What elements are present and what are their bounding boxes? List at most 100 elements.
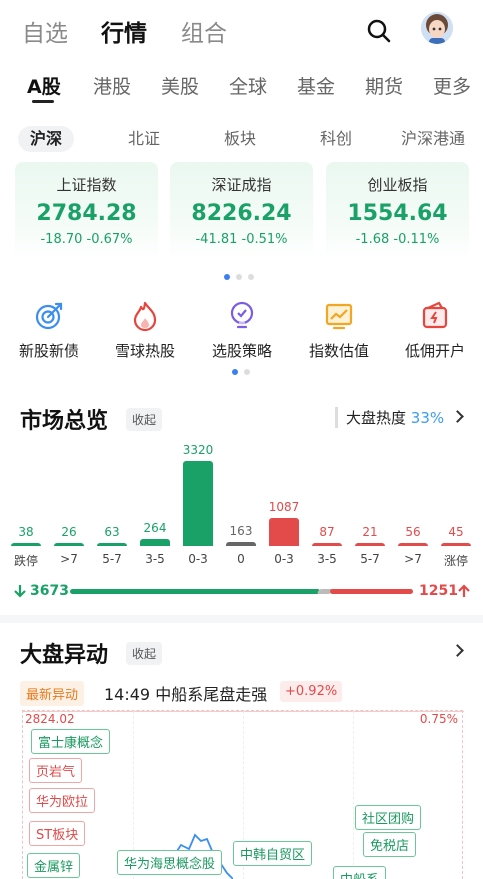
quicklink-label: 低佣开户 [404, 342, 465, 360]
index-name: 深证成指 [211, 176, 272, 194]
section-title-overview: 市场总览 [20, 409, 109, 434]
distribution-count: 264 [143, 521, 167, 535]
pager-dot [232, 369, 238, 375]
subtab-sector[interactable]: 板块 [224, 126, 256, 152]
tab-us[interactable]: 美股 [161, 72, 199, 99]
section-divider [0, 615, 483, 623]
distribution-bar [183, 461, 213, 546]
event-tag[interactable]: 免税店 [363, 832, 417, 857]
distribution-bar [441, 543, 471, 546]
distribution-count: 26 [61, 525, 77, 539]
avatar[interactable] [421, 12, 453, 44]
event-tag[interactable]: 金属锌 [27, 853, 81, 878]
distribution-label: 3-5 [145, 552, 165, 566]
up-ratio-bar [330, 589, 413, 594]
chevron-right-icon[interactable] [451, 410, 464, 423]
latest-tag: 最新异动 [20, 681, 85, 706]
quicklink-pager [232, 369, 250, 375]
event-tag[interactable]: 中船系 [333, 866, 387, 879]
distribution-bar [11, 543, 41, 546]
distribution-bar [97, 543, 127, 546]
chart-board-icon [325, 303, 353, 330]
tab-more[interactable]: 更多 [433, 72, 471, 99]
collapse-button[interactable]: 收起 [126, 408, 163, 431]
active-tab-indicator [32, 100, 54, 103]
distribution-bar [269, 518, 299, 546]
distribution-count: 163 [229, 524, 253, 538]
target-icon [35, 302, 63, 330]
tab-portfolio[interactable]: 组合 [181, 14, 227, 48]
pager-dot [224, 274, 230, 280]
collapse-button[interactable]: 收起 [126, 642, 163, 665]
up-total: 1251 [419, 583, 458, 599]
chevron-right-icon[interactable] [451, 644, 464, 657]
subtab-bse[interactable]: 北证 [128, 126, 160, 152]
distribution-label: >7 [404, 552, 422, 566]
event-tag[interactable]: ST板块 [29, 821, 86, 846]
quicklink-strategy[interactable]: 选股策略 [197, 300, 287, 361]
distribution-bar [140, 539, 170, 546]
event-tag[interactable]: 中韩自贸区 [233, 841, 313, 866]
tab-hk[interactable]: 港股 [93, 72, 131, 99]
distribution-label: >7 [60, 552, 78, 566]
chart-high-label: 2824.02 [25, 712, 75, 726]
index-card-sz[interactable]: 深证成指 8226.24 -41.81 -0.51% [170, 162, 313, 260]
card-pager [224, 274, 254, 280]
tab-fund[interactable]: 基金 [297, 72, 335, 99]
quicklink-ipo[interactable]: 新股新债 [4, 300, 94, 361]
heat-label: 大盘热度 [346, 409, 407, 427]
quicklink-label: 雪球热股 [114, 342, 175, 360]
pager-dot [248, 274, 254, 280]
subtab-star[interactable]: 科创 [320, 126, 352, 152]
tab-a-share[interactable]: A股 [27, 72, 61, 99]
latest-news[interactable]: 14:49 中船系尾盘走强 [104, 681, 267, 705]
index-name: 创业板指 [367, 176, 428, 194]
quicklink-valuation[interactable]: 指数估值 [294, 300, 384, 361]
tab-futures[interactable]: 期货 [365, 72, 403, 99]
index-value: 8226.24 [191, 201, 292, 226]
quicklink-hot[interactable]: 雪球热股 [100, 300, 190, 361]
event-tag[interactable]: 富士康概念 [31, 729, 111, 754]
quicklink-account[interactable]: 低佣开户 [390, 300, 480, 361]
distribution-count: 87 [319, 525, 335, 539]
top-nav: 自选 行情 组合 [0, 0, 483, 62]
distribution-label: 涨停 [443, 554, 468, 568]
subtab-shsz[interactable]: 沪深 [18, 126, 75, 152]
pager-dot [236, 274, 242, 280]
index-change: -18.70 -0.67% [40, 232, 133, 247]
distribution-label: 跌停 [13, 554, 38, 568]
index-card-cyb[interactable]: 创业板指 1554.64 -1.68 -0.11% [326, 162, 469, 260]
index-change: -41.81 -0.51% [195, 232, 288, 247]
index-change: -1.68 -0.11% [355, 232, 440, 247]
news-pct: +0.92% [280, 681, 343, 702]
index-name: 上证指数 [56, 176, 117, 194]
chart-high-pct: 0.75% [419, 712, 458, 726]
quicklink-label: 选股策略 [211, 342, 272, 360]
index-value: 1554.64 [347, 201, 448, 226]
event-tag[interactable]: 页岩气 [29, 758, 83, 783]
distribution-count: 56 [405, 525, 421, 539]
heat-indicator[interactable]: 大盘热度 33% [335, 407, 444, 428]
tab-market[interactable]: 行情 [101, 14, 147, 48]
distribution-count: 45 [448, 525, 464, 539]
down-ratio-bar [70, 589, 320, 594]
index-value: 2784.28 [36, 201, 137, 226]
flame-icon [133, 301, 157, 332]
event-tag[interactable]: 华为欧拉 [29, 788, 96, 813]
search-icon[interactable] [366, 18, 392, 44]
intraday-chart[interactable]: 2824.02 0.75% 富士康概念 页岩气 华为欧拉 ST板块 金属锌 华为… [22, 710, 464, 879]
arrow-down-icon [14, 585, 26, 598]
quicklink-label: 指数估值 [308, 342, 369, 360]
grid-line [353, 711, 354, 879]
index-card-sh[interactable]: 上证指数 2784.28 -18.70 -0.67% [15, 162, 158, 260]
event-tag[interactable]: 社区团购 [355, 805, 422, 830]
tab-watchlist[interactable]: 自选 [22, 14, 68, 48]
event-tag[interactable]: 华为海思概念股 [117, 850, 223, 875]
down-total: 3673 [30, 583, 69, 599]
distribution-label: 3-5 [317, 552, 337, 566]
tab-global[interactable]: 全球 [229, 72, 267, 99]
bulb-icon [230, 301, 254, 329]
subtab-connect[interactable]: 沪深港通 [401, 126, 465, 152]
heat-value: 33% [410, 409, 445, 427]
section-title-movers: 大盘异动 [20, 643, 109, 668]
